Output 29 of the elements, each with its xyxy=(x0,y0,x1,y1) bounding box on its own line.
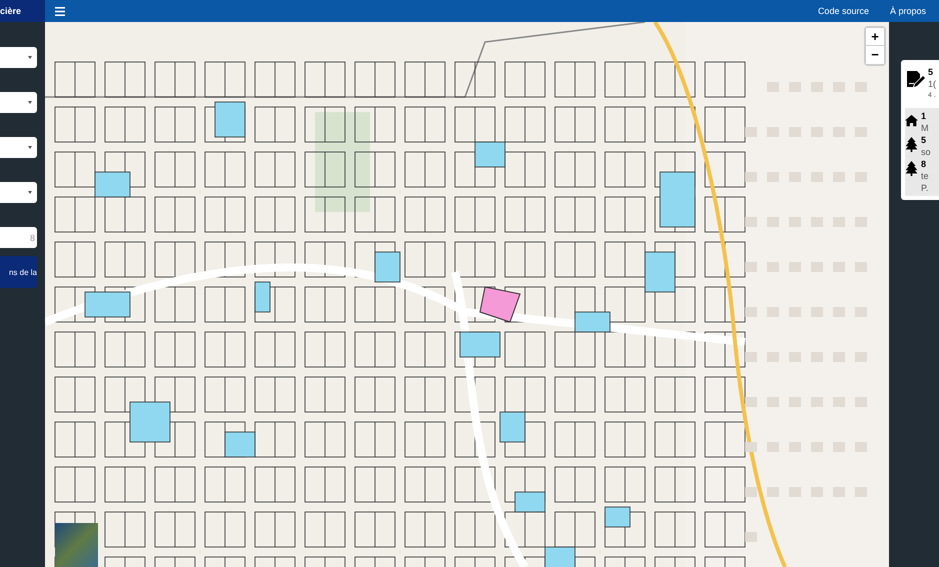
caret-icon xyxy=(28,146,32,149)
info-text: te xyxy=(921,170,929,182)
select-field[interactable] xyxy=(0,182,37,203)
select-field[interactable] xyxy=(0,137,37,158)
nav-link[interactable]: Code source xyxy=(818,6,869,16)
document-pen-icon xyxy=(905,69,925,89)
tree-icon xyxy=(905,137,918,152)
app-title: cière xyxy=(0,0,45,22)
info-text: M xyxy=(921,122,928,134)
caret-icon xyxy=(28,101,32,104)
select-field[interactable] xyxy=(0,47,37,68)
zoom-in-button[interactable]: + xyxy=(866,28,884,46)
menu-icon[interactable] xyxy=(55,6,65,16)
caret-icon xyxy=(28,56,32,59)
info-text: so xyxy=(921,146,931,158)
info-text: 5 xyxy=(928,66,934,78)
house-icon xyxy=(905,113,918,128)
caret-icon xyxy=(28,191,32,194)
info-text: P. xyxy=(921,182,929,194)
info-text: 8 xyxy=(921,158,928,170)
info-text: 5 xyxy=(921,134,928,146)
select-field[interactable] xyxy=(0,92,37,113)
tree-icon xyxy=(905,161,918,176)
nav-link[interactable]: À propos xyxy=(890,6,926,16)
submit-button[interactable]: ns de la xyxy=(0,256,37,288)
info-text: 1( xyxy=(928,78,936,90)
info-text: 1 xyxy=(921,110,928,122)
input-field[interactable]: 8 xyxy=(0,227,37,248)
minimap-thumbnail[interactable] xyxy=(55,523,98,567)
